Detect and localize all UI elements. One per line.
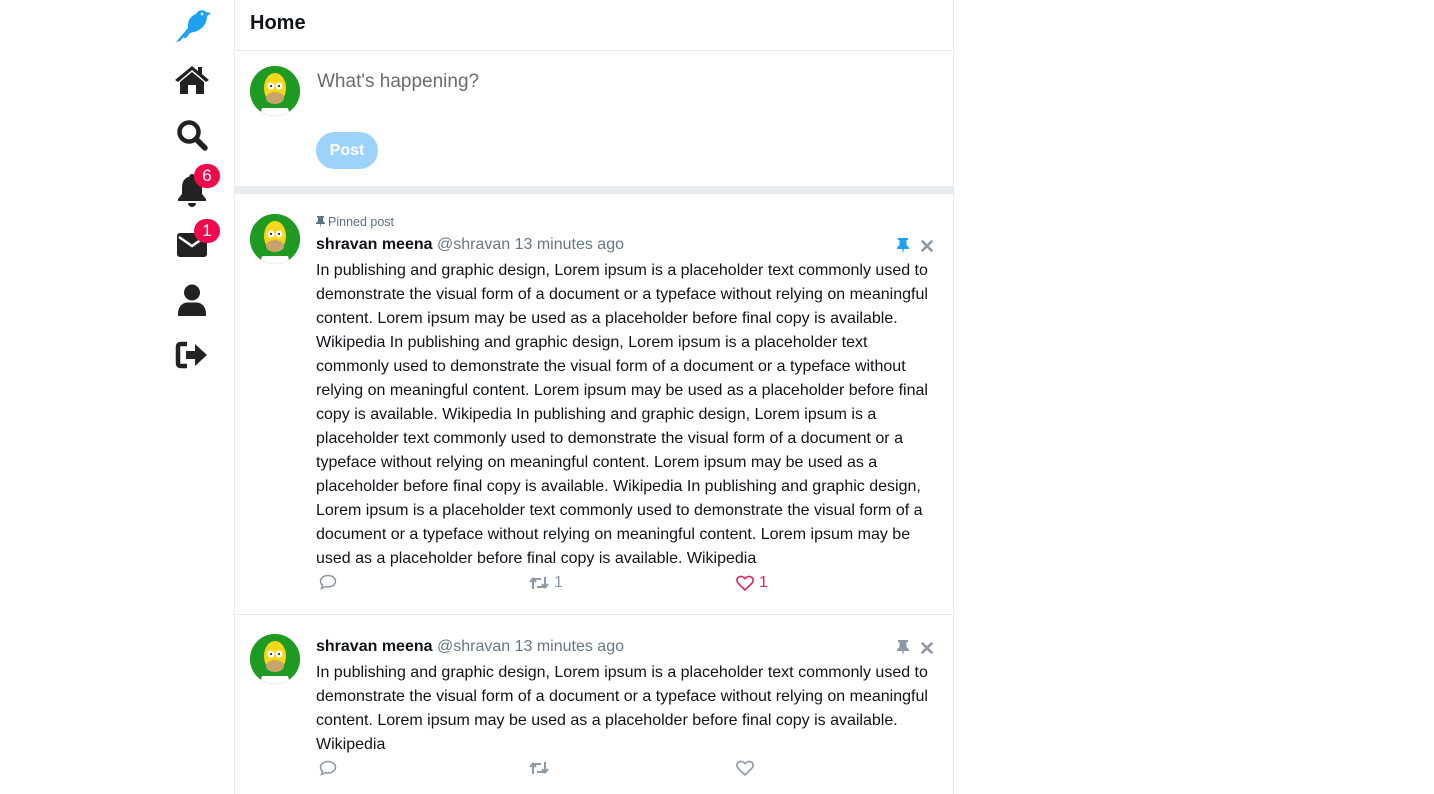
pin-icon [316, 216, 325, 228]
heart-icon [736, 760, 754, 776]
sidebar: 6 1 [0, 0, 234, 794]
nav-search[interactable] [170, 113, 214, 157]
post-actions [316, 760, 816, 782]
retweet-icon [529, 576, 549, 590]
post-composer: Post [235, 51, 953, 186]
post-actions: 1 1 [316, 574, 816, 596]
pinned-indicator: Pinned post [315, 215, 394, 229]
pin-button[interactable] [896, 640, 910, 661]
messages-badge: 1 [194, 219, 220, 243]
avatar[interactable] [250, 634, 300, 684]
comment-icon [319, 574, 337, 590]
author-handle[interactable]: @shravan [437, 236, 510, 253]
post-timestamp: 13 minutes ago [514, 638, 624, 655]
close-icon [921, 642, 933, 654]
nav-logout[interactable] [170, 333, 214, 377]
retweet-icon [529, 761, 549, 775]
post-item[interactable]: shravan meena @shravan 13 minutes ago In… [235, 615, 953, 794]
post-item[interactable]: Pinned post shravan meena @shravan 13 mi… [235, 194, 953, 615]
pin-button[interactable] [896, 238, 910, 259]
reply-button[interactable] [319, 760, 337, 776]
user-icon [178, 284, 206, 316]
avatar-image [250, 66, 300, 116]
page-title: Home [250, 12, 306, 34]
pin-icon [897, 238, 909, 254]
avatar [250, 66, 300, 116]
home-icon [175, 66, 209, 94]
avatar[interactable] [250, 214, 300, 264]
like-count: 1 [759, 574, 768, 591]
like-button[interactable]: 1 [736, 574, 768, 592]
search-icon [177, 120, 208, 151]
avatar-image [250, 634, 300, 684]
post-header: shravan meena @shravan 13 minutes ago [316, 236, 624, 254]
page-header: Home [235, 0, 953, 51]
post-text: In publishing and graphic design, Lorem … [316, 262, 928, 567]
reply-button[interactable] [319, 574, 337, 590]
retweet-button[interactable] [529, 760, 554, 776]
like-button[interactable] [736, 760, 759, 776]
retweet-button[interactable]: 1 [529, 574, 563, 592]
author-name[interactable]: shravan meena [316, 638, 433, 655]
avatar-image [250, 214, 300, 264]
comment-icon [319, 760, 337, 776]
sign-out-icon [175, 341, 207, 369]
post-header: shravan meena @shravan 13 minutes ago [316, 638, 624, 656]
author-name[interactable]: shravan meena [316, 236, 433, 253]
post-text: In publishing and graphic design, Lorem … [316, 664, 928, 753]
compose-input[interactable] [317, 67, 917, 97]
author-handle[interactable]: @shravan [437, 638, 510, 655]
logo-button[interactable] [170, 4, 214, 48]
section-divider [235, 186, 953, 194]
pin-icon [897, 640, 909, 656]
delete-button[interactable] [921, 239, 933, 257]
bird-logo-icon [176, 10, 211, 42]
pinned-label: Pinned post [328, 215, 395, 229]
post-button[interactable]: Post [316, 132, 378, 169]
heart-icon [736, 575, 754, 591]
delete-button[interactable] [921, 641, 933, 659]
close-icon [921, 240, 933, 252]
retweet-count: 1 [554, 574, 563, 591]
notifications-badge: 6 [194, 164, 220, 188]
nav-profile[interactable] [170, 278, 214, 322]
nav-home[interactable] [170, 58, 214, 102]
main-timeline: Home Post [234, 0, 954, 794]
post-timestamp: 13 minutes ago [514, 236, 624, 253]
